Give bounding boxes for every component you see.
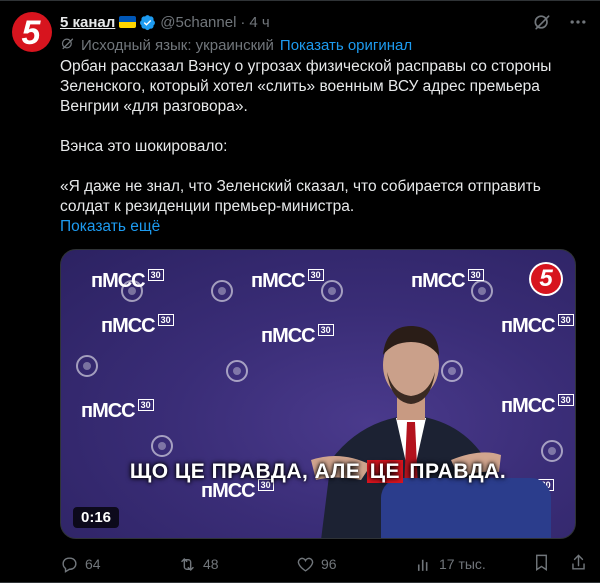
backdrop-seal <box>151 435 173 457</box>
author-handle[interactable]: @5channel <box>160 14 236 31</box>
reply-button[interactable]: 64 <box>60 555 178 574</box>
chair <box>381 478 551 538</box>
like-button[interactable]: 96 <box>296 555 414 574</box>
grok-icon[interactable] <box>532 12 552 36</box>
backdrop-seal <box>321 280 343 302</box>
secondary-actions <box>532 553 588 575</box>
avatar-logo: 5 <box>21 14 41 52</box>
show-original-link[interactable]: Показать оригинал <box>280 37 412 54</box>
action-bar: 64 48 96 17 тыс. <box>60 553 588 575</box>
backdrop-seal <box>541 440 563 462</box>
header-actions <box>532 12 588 36</box>
backdrop-seal <box>76 355 98 377</box>
tweet-paragraph-2: Вэнса это шокировало: <box>60 138 228 155</box>
share-icon[interactable] <box>569 553 588 575</box>
backdrop-logo: пMCC30 <box>101 314 174 338</box>
avatar[interactable]: 5 <box>12 12 52 52</box>
heart-icon <box>296 555 315 574</box>
translate-icon <box>60 36 75 55</box>
tweet-paragraph-1: Орбан рассказал Вэнсу о угрозах физическ… <box>60 58 552 115</box>
views-button[interactable]: 17 тыс. <box>414 555 532 574</box>
like-count: 96 <box>321 556 337 572</box>
reply-icon <box>60 555 79 574</box>
verified-badge-icon[interactable] <box>139 14 156 31</box>
tweet-text: Орбан рассказал Вэнсу о угрозах физическ… <box>60 57 580 237</box>
video-subtitle: ЩО ЦЕ ПРАВДА, АЛЕ ЦЕ ПРАВДА. <box>129 460 507 483</box>
repost-icon <box>178 555 197 574</box>
translation-notice: Исходный язык: украинский Показать ориги… <box>60 36 412 55</box>
video-player[interactable]: пMCC 30 пMCC 30 пMCC 30 пMCC 30 пMCC 30 пMCC 3… <box>60 249 576 539</box>
tweet-paragraph-3: «Я даже не знал, что Зеленский сказал, ч… <box>60 178 541 215</box>
tweet[interactable]: 5 5 канал @5channel · 4 ч Исходный язык:… <box>0 0 600 583</box>
translation-label: Исходный язык: украинский <box>81 37 274 54</box>
backdrop-logo: пMCC30 <box>81 399 154 423</box>
author-name[interactable]: 5 канал <box>60 14 115 31</box>
backdrop-seal <box>121 280 143 302</box>
backdrop-seal <box>211 280 233 302</box>
backdrop-logo: пMCC30 <box>251 269 324 293</box>
views-icon <box>414 555 433 574</box>
reply-count: 64 <box>85 556 101 572</box>
ukraine-flag-icon <box>119 16 137 28</box>
tweet-time[interactable]: 4 ч <box>249 14 269 31</box>
tweet-header: 5 канал @5channel · 4 ч <box>60 12 588 32</box>
backdrop-seal <box>226 360 248 382</box>
repost-button[interactable]: 48 <box>178 555 296 574</box>
channel-watermark: 5 <box>529 262 563 296</box>
separator-dot: · <box>240 13 246 31</box>
bookmark-icon[interactable] <box>532 553 551 575</box>
views-count: 17 тыс. <box>439 556 486 572</box>
backdrop-seal <box>471 280 493 302</box>
repost-count: 48 <box>203 556 219 572</box>
video-duration: 0:16 <box>73 507 120 528</box>
show-more-link[interactable]: Показать ещё <box>60 217 580 237</box>
more-options-icon[interactable] <box>568 12 588 36</box>
